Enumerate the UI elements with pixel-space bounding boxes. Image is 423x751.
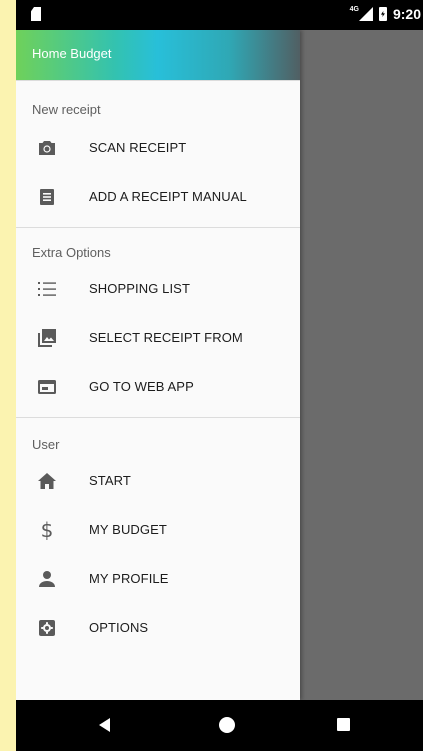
menu-item-go-to-web-app[interactable]: GO TO WEB APP [16,362,300,411]
battery-charging-icon [378,7,387,21]
sim-card-icon [31,7,41,21]
network-type: 4G [349,5,359,13]
menu-item-label: OPTIONS [89,620,149,635]
section-header: New receipt [32,102,101,117]
menu-item-label: MY BUDGET [89,522,167,537]
person-icon [38,570,56,588]
numbered-list-icon [38,280,56,298]
settings-icon [38,619,56,637]
menu-item-label: SCAN RECEIPT [89,140,187,155]
section-new-receipt: New receipt SCAN RECEIPT ADD A RECEIPT M… [16,80,300,221]
system-navigation-bar [16,700,423,751]
menu-item-shopping-list[interactable]: SHOPPING LIST [16,264,300,313]
menu-item-my-budget[interactable]: $ MY BUDGET [16,505,300,554]
menu-item-start[interactable]: START [16,456,300,505]
home-button-icon[interactable] [219,717,235,733]
section-header: Extra Options [32,245,111,260]
menu-item-label: SELECT RECEIPT FROM [89,330,243,345]
menu-item-label: SHOPPING LIST [89,281,190,296]
list-document-icon [38,188,56,206]
phone-screen: 4G 9:20 Home Budget New receipt SCAN REC… [16,0,423,751]
back-icon[interactable] [99,718,110,732]
menu-item-label: GO TO WEB APP [89,379,194,394]
menu-item-label: MY PROFILE [89,571,169,586]
camera-icon [38,139,56,157]
status-right: 4G 9:20 [349,5,421,23]
status-bar: 4G 9:20 [16,0,423,30]
menu-item-select-receipt-from[interactable]: SELECT RECEIPT FROM [16,313,300,362]
menu-item-scan-receipt[interactable]: SCAN RECEIPT [16,123,300,172]
drawer-header: Home Budget [16,30,300,80]
photo-library-icon [38,328,56,347]
recent-apps-icon[interactable] [337,718,350,731]
dollar-icon: $ [40,517,54,542]
app-title: Home Budget [32,46,112,61]
home-icon [38,472,56,490]
section-header: User [32,437,60,452]
menu-item-label: START [89,473,131,488]
web-app-icon [38,378,56,396]
menu-item-options[interactable]: OPTIONS [16,603,300,652]
menu-item-label: ADD A RECEIPT MANUAL [89,189,247,204]
section-extra-options: Extra Options SHOPPING LIST SELECT RECEI… [16,227,300,411]
signal-icon [358,7,373,21]
clock: 9:20 [392,6,421,22]
section-user: User START $ MY BUDGET MY PROFILE OPTION… [16,417,300,652]
menu-item-my-profile[interactable]: MY PROFILE [16,554,300,603]
menu-item-add-receipt-manual[interactable]: ADD A RECEIPT MANUAL [16,172,300,221]
navigation-drawer: Home Budget New receipt SCAN RECEIPT ADD… [16,30,300,700]
